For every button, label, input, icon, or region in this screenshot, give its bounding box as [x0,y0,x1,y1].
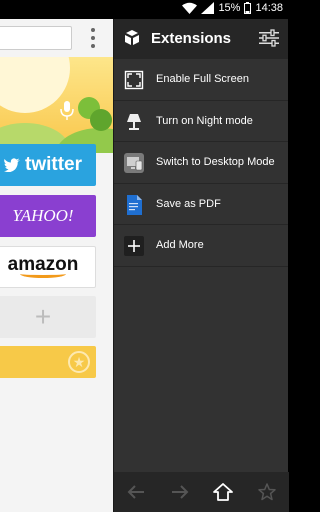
battery-percent: 15% [218,2,241,14]
add-tile-button[interactable]: + [0,296,96,338]
lamp-icon [124,112,144,132]
ext-item-label: Turn on Night mode [156,114,253,127]
ext-item-night-mode[interactable]: Turn on Night mode [114,101,288,143]
star-icon[interactable] [252,477,282,507]
microphone-icon[interactable] [60,101,74,121]
settings-sliders-icon[interactable] [259,29,279,47]
add-tile-label: + [34,301,52,332]
ext-item-label: Save as PDF [156,197,221,210]
wifi-icon [182,2,198,14]
twitter-bird-icon [4,158,20,172]
desktop-icon [124,153,144,174]
yahoo-label: YAHOO! [12,206,74,225]
ext-item-label: Enable Full Screen [156,73,249,85]
ext-item-add-more[interactable]: Add More [114,225,288,267]
extensions-logo-icon [125,30,139,45]
fullscreen-icon [124,70,144,90]
panel-title: Extensions [151,30,232,47]
twitter-label: twitter [25,154,82,175]
amazon-smile-icon [20,270,66,278]
extensions-header: Extensions [114,19,288,59]
navigation-toolbar [114,472,289,512]
pdf-icon [124,194,144,215]
ext-item-full-screen[interactable]: Enable Full Screen [114,59,288,101]
extensions-panel: Extensions Enable Full Screen Turn on Ni… [113,19,289,512]
twitter-tile[interactable]: twitter [0,144,96,186]
forward-arrow-icon[interactable] [165,477,195,507]
signal-icon [201,2,215,14]
ext-item-label: Switch to Desktop Mode [156,156,275,169]
yahoo-tile[interactable]: YAHOO! [0,195,96,237]
speed-dial-banner [0,57,113,153]
home-icon[interactable] [208,477,238,507]
ext-item-save-pdf[interactable]: Save as PDF [114,184,288,226]
amazon-tile[interactable]: amazon [0,246,96,288]
ext-item-label: Add More [156,239,204,252]
plus-icon [124,236,144,257]
overflow-menu-icon[interactable] [88,28,98,48]
favorites-tile[interactable]: ★ [0,346,96,378]
extensions-list: Enable Full Screen Turn on Night mode Sw… [114,59,288,267]
status-bar: 15% 14:38 [0,0,288,19]
star-icon: ★ [68,351,90,373]
back-arrow-icon[interactable] [121,477,151,507]
clock: 14:38 [255,2,283,14]
ext-item-desktop-mode[interactable]: Switch to Desktop Mode [114,142,288,184]
battery-icon [244,2,252,14]
address-bar[interactable] [0,26,72,50]
browser-page: twitter YAHOO! amazon + ★ [0,19,113,512]
